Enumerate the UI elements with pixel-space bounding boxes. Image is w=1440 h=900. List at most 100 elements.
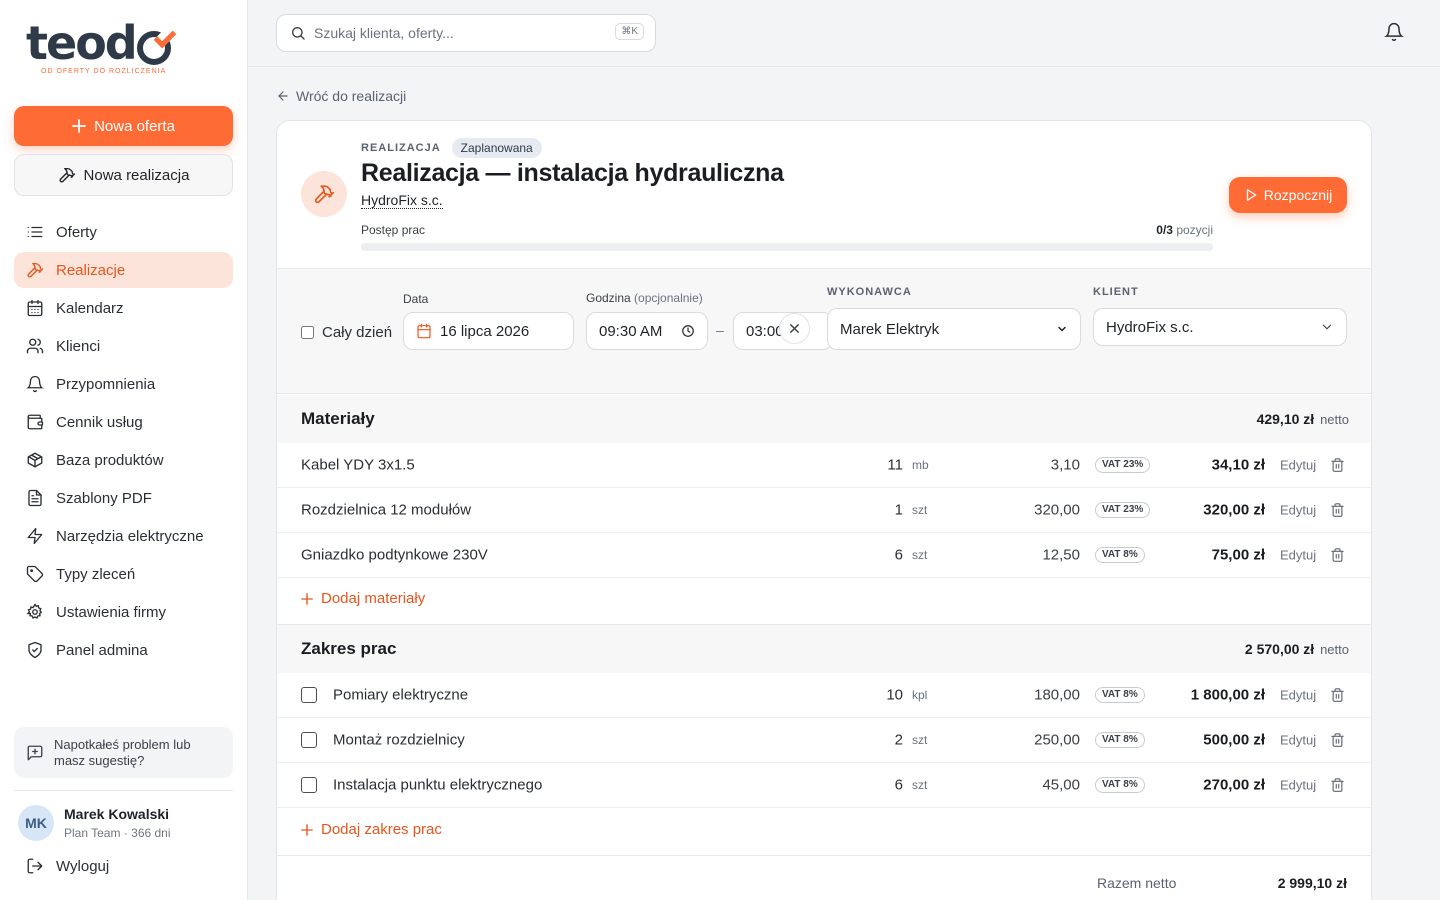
sidebar-item-narzedzia[interactable]: Narzędzia elektryczne — [14, 518, 233, 554]
trash-icon — [1331, 688, 1344, 702]
sidebar-item-label: Ustawienia firmy — [56, 603, 167, 621]
clear-time-button[interactable] — [779, 313, 810, 344]
feedback-text: Napotkałeś problem lub masz sugestię? — [54, 736, 191, 768]
sidebar-divider — [14, 790, 233, 791]
progress-done: 0/3 — [1156, 223, 1173, 237]
item-qty: 6 — [894, 546, 903, 564]
search-box[interactable]: ⌘K — [276, 14, 656, 52]
delete-button[interactable] — [1330, 458, 1345, 473]
client-select[interactable]: HydroFix s.c. — [1093, 308, 1347, 346]
edit-button[interactable]: Edytuj — [1280, 688, 1316, 703]
search-icon — [292, 27, 305, 40]
sidebar-item-label: Przypomnienia — [56, 375, 156, 393]
edit-button[interactable]: Edytuj — [1280, 503, 1316, 518]
sidebar-item-realizacje[interactable]: Realizacje — [14, 252, 233, 288]
sidebar-item-przypomnienia[interactable]: Przypomnienia — [14, 366, 233, 402]
hammer-icon — [314, 185, 334, 204]
back-link[interactable]: Wróć do realizacji — [276, 88, 406, 104]
sidebar-item-label: Panel admina — [56, 641, 148, 659]
work-done-checkbox[interactable] — [301, 732, 317, 748]
sidebar-item-panel-admina[interactable]: Panel admina — [14, 632, 233, 668]
work-row: Montaż rozdzielnicy 2 szt 250,00 VAT 8% … — [277, 718, 1371, 763]
item-name: Gniazdko podtynkowe 230V — [301, 546, 488, 564]
edit-button[interactable]: Edytuj — [1280, 548, 1316, 563]
edit-button[interactable]: Edytuj — [1280, 458, 1316, 473]
box-icon — [27, 452, 43, 468]
sidebar-item-ustawienia[interactable]: Ustawienia firmy — [14, 594, 233, 630]
work-done-checkbox[interactable] — [301, 777, 317, 793]
time-label: Godzina (opcjonalnie) — [586, 291, 703, 305]
delete-button[interactable] — [1330, 733, 1345, 748]
play-icon — [1246, 189, 1257, 201]
item-unit: szt — [912, 503, 928, 517]
delete-button[interactable] — [1330, 503, 1345, 518]
all-day-checkbox[interactable] — [301, 326, 314, 339]
notifications-button[interactable] — [1384, 22, 1404, 42]
user-profile[interactable]: MK Marek Kowalski Plan Team · 366 dni — [18, 805, 171, 841]
work-done-checkbox[interactable] — [301, 687, 317, 703]
sidebar-item-klienci[interactable]: Klienci — [14, 328, 233, 364]
gear-icon — [26, 603, 43, 619]
calendar-icon — [27, 299, 43, 317]
teodo-logo[interactable]: teod OD OFERTY DO ROZLICZENIA — [26, 20, 186, 78]
client-value: HydroFix s.c. — [1106, 318, 1194, 336]
material-row: Gniazdko podtynkowe 230V 6 szt 12,50 VAT… — [277, 533, 1371, 578]
sidebar-nav: Oferty Realizacje Kalendarz Klienci Przy… — [14, 214, 233, 670]
sidebar-item-typy-zlecen[interactable]: Typy zleceń — [14, 556, 233, 592]
sidebar-item-kalendarz[interactable]: Kalendarz — [14, 290, 233, 326]
item-price: 45,00 — [1042, 776, 1080, 794]
client-link[interactable]: HydroFix s.c. — [361, 193, 443, 209]
add-works-button[interactable]: Dodaj zakres prac — [301, 821, 442, 838]
delete-button[interactable] — [1330, 688, 1345, 703]
delete-button[interactable] — [1330, 778, 1345, 793]
file-icon — [28, 489, 42, 507]
logout-button[interactable]: Wyloguj — [26, 857, 109, 875]
item-qty: 6 — [894, 776, 903, 794]
sidebar-item-label: Narzędzia elektryczne — [56, 527, 204, 545]
net-total-value: 2 999,10 zł — [1277, 875, 1347, 891]
contractor-select[interactable]: Marek Elektryk — [827, 308, 1081, 350]
time-start-input[interactable]: 09:30 AM — [586, 312, 708, 350]
search-input[interactable] — [314, 25, 604, 41]
date-label: Data — [403, 292, 429, 306]
time-separator: – — [716, 322, 724, 338]
new-offer-button[interactable]: Nowa oferta — [14, 106, 233, 146]
works-net: netto — [1320, 642, 1349, 657]
edit-button[interactable]: Edytuj — [1280, 733, 1316, 748]
sidebar-item-baza-produktow[interactable]: Baza produktów — [14, 442, 233, 478]
new-realization-button[interactable]: Nowa realizacja — [14, 154, 233, 196]
start-label: Rozpocznij — [1263, 187, 1333, 203]
add-materials-button[interactable]: Dodaj materiały — [301, 590, 425, 607]
sidebar-item-label: Cennik usług — [56, 413, 143, 431]
sidebar-item-label: Klienci — [56, 337, 101, 355]
hammer-icon — [59, 167, 75, 183]
delete-button[interactable] — [1330, 548, 1345, 563]
add-materials-label: Dodaj materiały — [321, 590, 426, 607]
work-row: Instalacja punktu elektrycznego 6 szt 45… — [277, 763, 1371, 808]
trash-icon — [1331, 778, 1344, 792]
all-day-label: Cały dzień — [322, 324, 393, 341]
sidebar-item-label: Kalendarz — [56, 299, 124, 317]
sidebar-item-label: Baza produktów — [56, 451, 164, 469]
zap-icon — [27, 527, 43, 545]
all-day-toggle[interactable]: Cały dzień — [301, 324, 392, 341]
edit-button[interactable]: Edytuj — [1280, 778, 1316, 793]
sidebar-item-cennik[interactable]: Cennik usług — [14, 404, 233, 440]
status-badge: Zaplanowana — [451, 138, 542, 158]
arrow-left-icon — [278, 91, 288, 101]
shortcut-hint: ⌘K — [615, 23, 644, 40]
materials-title: Materiały — [301, 409, 375, 428]
item-name: Montaż rozdzielnicy — [333, 731, 465, 749]
trash-icon — [1331, 458, 1344, 472]
realization-icon-badge — [301, 171, 347, 217]
logo-wordmark: teod — [26, 16, 138, 70]
date-picker[interactable]: 16 lipca 2026 — [403, 312, 574, 350]
feedback-button[interactable]: Napotkałeś problem lub masz sugestię? — [14, 727, 233, 778]
start-button[interactable]: Rozpocznij — [1229, 177, 1347, 213]
sidebar-item-oferty[interactable]: Oferty — [14, 214, 233, 250]
chevron-down-icon — [1058, 326, 1066, 332]
progress-suffix: pozycji — [1176, 223, 1213, 237]
sidebar-item-szablony-pdf[interactable]: Szablony PDF — [14, 480, 233, 516]
item-price: 3,10 — [1050, 456, 1080, 474]
item-qty: 10 — [886, 686, 903, 704]
